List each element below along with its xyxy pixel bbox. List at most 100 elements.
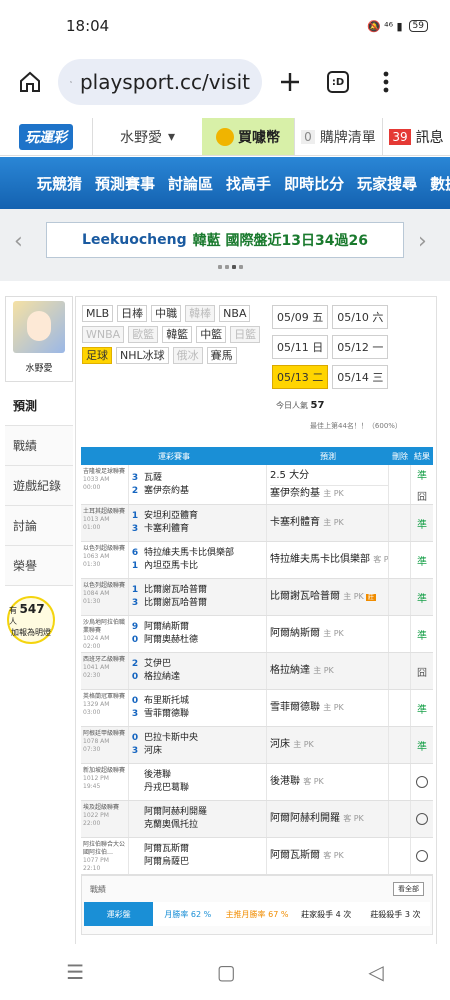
nav-item[interactable]: 數據 [430, 173, 450, 194]
messages-button[interactable]: 39 訊息 [382, 118, 450, 155]
side-menu: 預測 戰績 遊戲紀錄 討論 榮譽 [5, 386, 73, 586]
profile-card: 水野愛 [5, 296, 73, 382]
nav-item[interactable]: 玩家搜尋 [357, 173, 417, 194]
teams-cell[interactable]: 艾伊巴 格拉納達 [141, 653, 267, 689]
teams-cell[interactable]: 阿爾瓦斯爾 阿爾烏薩巴 [141, 838, 267, 874]
league-chip[interactable]: 日棒 [117, 305, 148, 322]
prediction-cell: 阿爾阿赫利開羅 客 PK [267, 801, 389, 837]
chevron-left-icon[interactable]: ‹ [14, 229, 23, 254]
prediction-pick: 阿爾阿赫利開羅 [270, 813, 340, 824]
signal-icon: 🔕 ⁴⁶ ▮ [366, 19, 403, 33]
left-sidebar: 水野愛 預測 戰績 遊戲紀錄 討論 榮譽 有 547 人 加報為明燈 [5, 296, 73, 946]
teams-cell[interactable]: 布里斯托城 雪菲爾德聯 [141, 690, 267, 726]
date-chip[interactable]: 05/09 五 [272, 305, 329, 329]
table-row: 以色列超級聯賽 1084 AM 01:30 13 比爾謝瓦哈普爾 比爾謝瓦哈普爾 比… [81, 579, 433, 616]
score-cell [129, 801, 141, 837]
back-icon[interactable]: ◁ [368, 960, 383, 984]
team-away: 安坦利亞體育 [144, 511, 199, 521]
team-home: 克蘭奧佩托拉 [144, 820, 199, 830]
league-chip[interactable]: 賽馬 [206, 347, 237, 364]
prediction-type: 主 PK [323, 518, 344, 527]
league-chip[interactable]: MLB [82, 305, 114, 322]
home-nav-icon[interactable]: ▢ [217, 960, 236, 984]
user-menu[interactable]: 水野愛 ▾ [92, 118, 202, 155]
cart-button[interactable]: 0 購牌清單 [294, 118, 382, 155]
view-all-button[interactable]: 看全部 [393, 882, 424, 896]
league-chip[interactable]: 中籃 [196, 326, 227, 343]
score-cell: 13 [131, 511, 139, 534]
teams-cell[interactable]: 巴拉卡斯中央 河床 [141, 727, 267, 763]
avatar[interactable] [13, 301, 65, 353]
league-chip[interactable]: 中職 [151, 305, 182, 322]
buy-coins-button[interactable]: 買噱幣 [202, 118, 294, 155]
nav-item[interactable]: 即時比分 [284, 173, 344, 194]
league-cell: 以色列超級聯賽 1063 AM 01:30 [81, 542, 129, 578]
ticker-text: 韓藍 國際盤近13日34過26 [192, 233, 368, 249]
teams-cell[interactable]: 後港聯 丹戎巴葛聯 [141, 764, 267, 800]
date-chip[interactable]: 05/11 日 [272, 335, 329, 359]
tab-sports-lottery[interactable]: 運彩盤 [84, 902, 154, 926]
new-tab-icon[interactable] [270, 62, 310, 102]
site-logo[interactable]: 玩運彩 [0, 118, 92, 155]
chevron-right-icon[interactable]: › [418, 229, 427, 254]
team-away: 瓦薩 [144, 472, 163, 483]
date-chip[interactable]: 05/12 一 [332, 335, 389, 359]
prediction-type: 主 PK [323, 703, 344, 712]
cart-count: 0 [301, 129, 315, 144]
side-item-game-log[interactable]: 遊戲紀錄 [5, 466, 73, 506]
date-chip[interactable]: 05/14 三 [332, 365, 389, 389]
league-chip[interactable]: 韓籃 [162, 326, 193, 343]
prediction-cell: 雪菲爾德聯 主 PK [267, 690, 389, 726]
league-chip[interactable]: 俄冰 [172, 347, 203, 364]
teams-cell[interactable]: 瓦薩 塞伊奈約基 [141, 465, 267, 504]
league-chip[interactable]: NBA [219, 305, 251, 322]
delete-cell [389, 616, 411, 652]
stat-monthly-win: 月勝率 62 % [164, 909, 212, 919]
nav-item[interactable]: 玩競猜 [37, 173, 82, 194]
teams-cell[interactable]: 特拉維夫馬卡比俱樂部 內坦亞馬卡比 [141, 542, 267, 578]
team-away: 艾伊巴 [144, 659, 172, 669]
teams-cell[interactable]: 阿爾阿赫利開羅 克蘭奧佩托拉 [141, 801, 267, 837]
tab-switcher-button[interactable]: :D [318, 62, 358, 102]
nav-item[interactable]: 找高手 [226, 173, 271, 194]
today-popularity: 今日人氣 57 [276, 400, 325, 411]
teams-cell[interactable]: 比爾謝瓦哈普爾 比爾謝瓦哈普爾 [141, 579, 267, 615]
team-home: 比爾謝瓦哈普爾 [144, 598, 208, 608]
team-away: 布里斯托城 [144, 696, 190, 706]
site-settings-icon[interactable] [70, 73, 72, 91]
side-item-honor[interactable]: 榮譽 [5, 546, 73, 586]
league-chip[interactable]: 日籃 [230, 326, 261, 343]
score-cell [129, 838, 141, 874]
table-row: 新加坡超級聯賽 1012 PM 19:45 後港聯 丹戎巴葛聯 後港聯 客 PK [81, 764, 433, 801]
team-home: 丹戎巴葛聯 [144, 783, 190, 793]
chevron-down-icon: ▾ [167, 128, 176, 145]
league-chip[interactable]: 歐籃 [128, 326, 159, 343]
teams-cell[interactable]: 阿爾納斯爾 阿爾奧赫杜德 [141, 616, 267, 652]
prediction-cell: 後港聯 客 PK [267, 764, 389, 800]
stat-main-pick-win: 主推月勝率 67 % [225, 909, 289, 919]
delete-cell [389, 653, 411, 689]
recents-icon[interactable]: ☰ [66, 960, 84, 984]
delete-cell [389, 690, 411, 726]
league-chip[interactable]: WNBA [82, 326, 125, 343]
ticker-banner[interactable]: Leekuocheng 韓藍 國際盤近13日34過26 [46, 222, 404, 258]
carousel-dots [218, 265, 243, 269]
league-chip[interactable]: 足球 [82, 347, 112, 364]
teams-cell[interactable]: 安坦利亞體育 卡塞利體育 [141, 505, 267, 541]
nav-item[interactable]: 討論區 [168, 173, 213, 194]
league-chip[interactable]: NHL冰球 [116, 347, 169, 364]
address-bar[interactable]: playsport.cc/visit [58, 59, 262, 105]
league-chip[interactable]: 韓棒 [185, 305, 216, 322]
nav-item[interactable]: 預測賽事 [95, 173, 155, 194]
date-chip[interactable]: 05/10 六 [332, 305, 389, 329]
delete-cell [389, 764, 411, 800]
site-header: 玩運彩 水野愛 ▾ 買噱幣 0 購牌清單 39 訊息 [0, 118, 450, 156]
prediction-cell: 阿爾納斯爾 主 PK [267, 616, 389, 652]
side-item-predict[interactable]: 預測 [5, 386, 73, 426]
league-cell: 沙烏地阿拉伯職業聯賽 1024 AM 02:00 [81, 616, 129, 652]
date-chip[interactable]: 05/13 二 [272, 365, 329, 389]
more-menu-icon[interactable] [366, 62, 406, 102]
home-icon[interactable] [10, 62, 50, 102]
side-item-discussion[interactable]: 討論 [5, 506, 73, 546]
side-item-record[interactable]: 戰績 [5, 426, 73, 466]
